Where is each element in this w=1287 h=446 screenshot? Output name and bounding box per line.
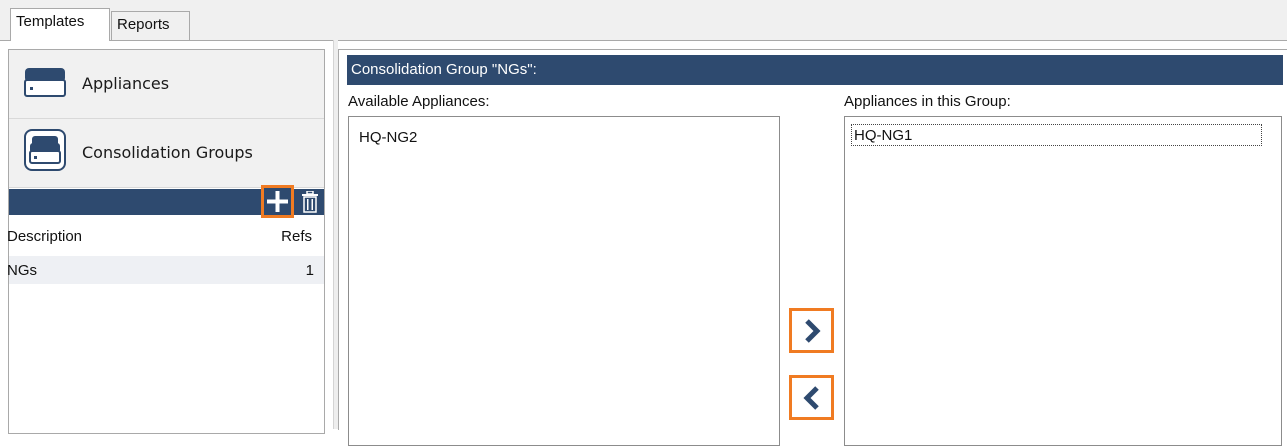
column-header-description[interactable]: Description bbox=[7, 228, 82, 245]
left-panel: Appliances Consolidation Groups Descript… bbox=[7, 49, 325, 434]
table-row[interactable]: NGs 1 bbox=[7, 256, 324, 284]
plus-icon bbox=[267, 191, 288, 212]
tab-reports[interactable]: Reports bbox=[111, 11, 190, 40]
chevron-left-icon bbox=[803, 386, 819, 410]
tab-templates[interactable]: Templates bbox=[10, 8, 110, 41]
list-item[interactable]: HQ-NG1 bbox=[851, 124, 1262, 146]
appliance-icon bbox=[24, 67, 66, 101]
trash-icon[interactable] bbox=[301, 190, 319, 217]
appliances-in-group-list[interactable]: HQ-NG1 bbox=[844, 116, 1282, 446]
row-refs: 1 bbox=[305, 262, 314, 279]
group-title: Consolidation Group "NGs": bbox=[351, 61, 537, 78]
group-detail-panel: Consolidation Group "NGs": Available App… bbox=[338, 49, 1287, 446]
consolidation-groups-label: Consolidation Groups bbox=[82, 143, 253, 162]
consolidation-groups-nav-button[interactable]: Consolidation Groups bbox=[9, 119, 324, 188]
group-title-bar: Consolidation Group "NGs": bbox=[347, 55, 1283, 85]
available-appliances-list[interactable]: HQ-NG2 bbox=[348, 116, 780, 446]
appliances-label: Appliances bbox=[82, 74, 170, 93]
chevron-right-icon bbox=[805, 319, 821, 343]
row-description: NGs bbox=[7, 262, 37, 279]
appliances-nav-button[interactable]: Appliances bbox=[9, 50, 324, 119]
move-left-button[interactable] bbox=[789, 375, 834, 420]
add-group-button[interactable] bbox=[261, 185, 294, 218]
available-appliances-label: Available Appliances: bbox=[348, 93, 490, 110]
appliances-in-group-label: Appliances in this Group: bbox=[844, 93, 1011, 110]
list-item[interactable]: HQ-NG2 bbox=[359, 129, 417, 146]
tab-bar: Templates Reports bbox=[0, 0, 1287, 41]
move-right-button[interactable] bbox=[789, 308, 834, 353]
column-header-refs[interactable]: Refs bbox=[281, 228, 312, 245]
consolidation-groups-icon bbox=[24, 129, 66, 175]
tab-templates-label: Templates bbox=[16, 13, 85, 30]
groups-toolbar bbox=[9, 185, 324, 218]
tab-reports-label: Reports bbox=[117, 16, 170, 33]
